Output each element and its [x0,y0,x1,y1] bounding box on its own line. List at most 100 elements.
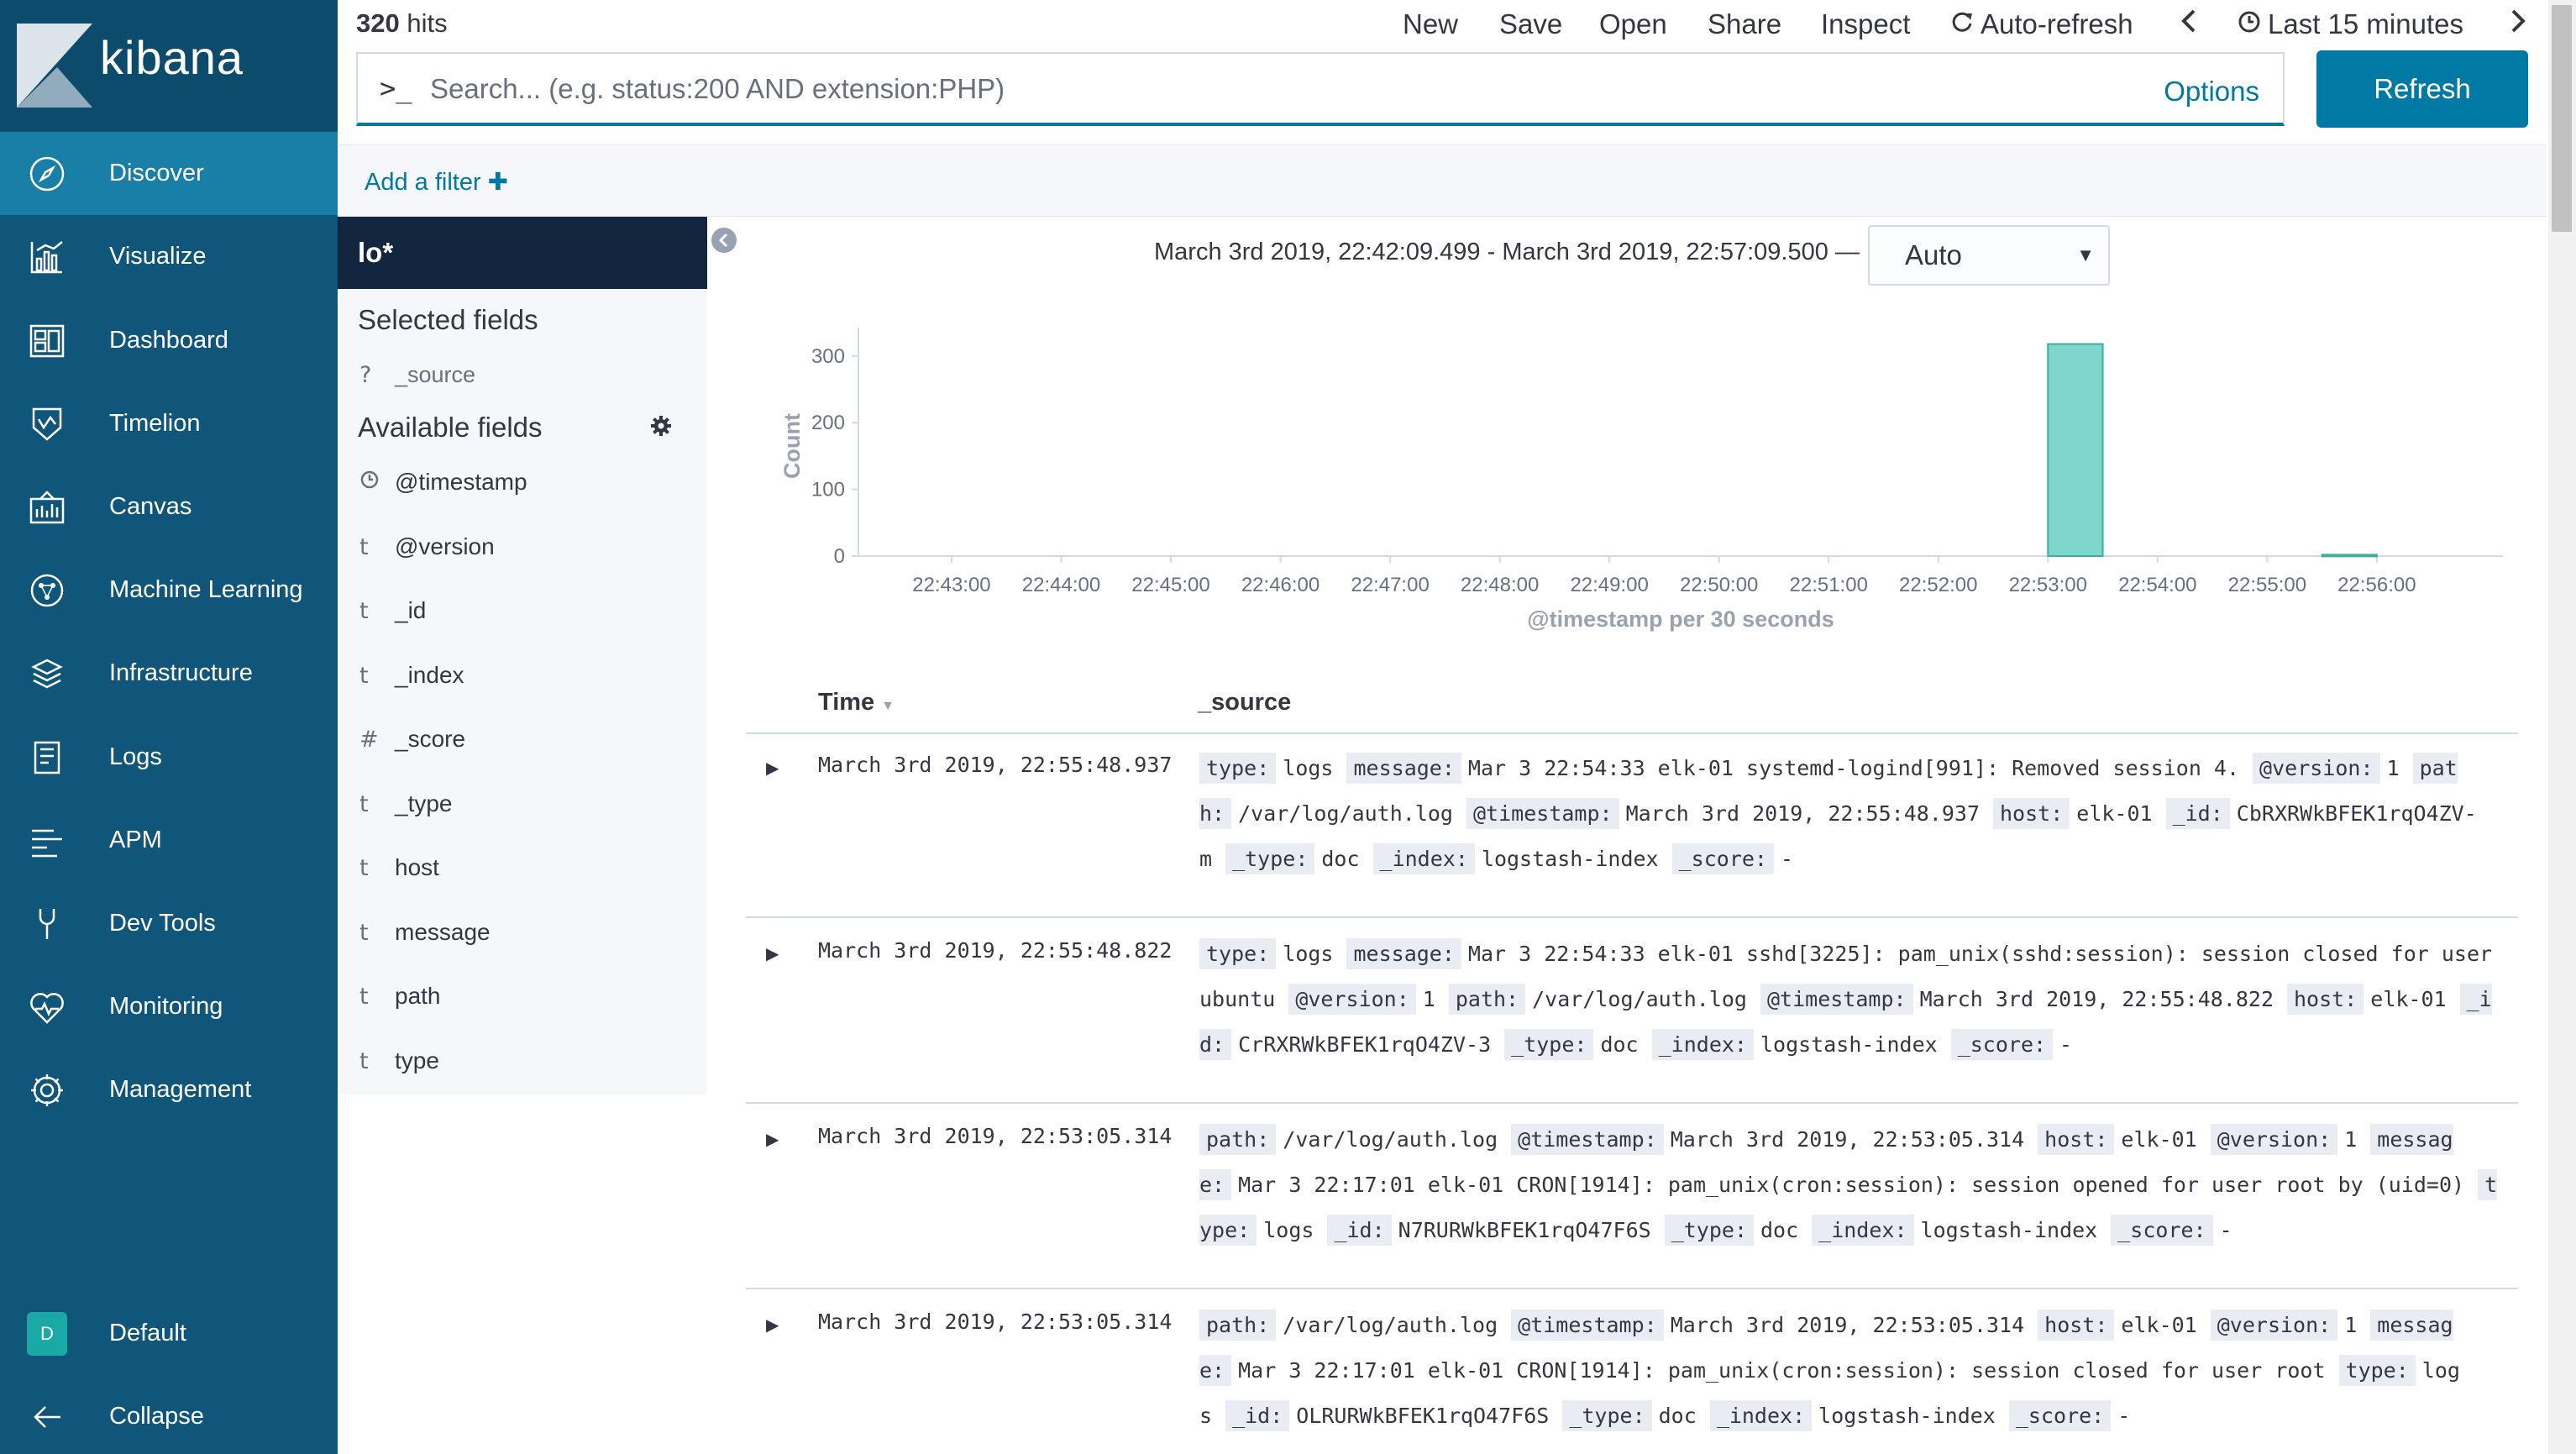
collapse-button[interactable]: Collapse [0,1375,338,1454]
field-index[interactable]: t _index [338,650,707,701]
nav-item-timelion[interactable]: Timelion [0,382,338,465]
nav-item-logs[interactable]: Logs [0,716,338,799]
field-key: _index: [1812,1215,1914,1246]
string-type-icon: t [359,1047,369,1074]
field-value: Mar 3 22:54:33 elk-01 systemd-logind[991… [1467,756,2240,780]
unknown-type-icon: ? [359,361,372,388]
field-key: _score: [1671,843,1774,874]
new-button[interactable]: New [1403,8,1458,40]
index-pattern-selector[interactable]: lo* [338,217,707,289]
field-message[interactable]: t message [338,907,707,958]
field-value: logstash-index [1760,1032,1938,1057]
histogram-chart[interactable]: 0 100 200 300 22:43:00 22:44:00 22:45:00 22:46:… [756,319,2520,638]
collapse-sidebar-icon[interactable] [711,227,737,258]
field-path[interactable]: t path [338,971,707,1021]
field-key: _id: [1225,1400,1290,1431]
nav-item-apm[interactable]: APM [0,799,338,882]
scrollbar-thumb[interactable] [2552,5,2572,232]
gear-icon[interactable] [650,415,672,441]
nav-item-visualize[interactable]: Visualize [0,215,338,298]
selected-field-source[interactable]: ? _source [338,349,707,400]
field-value: /var/log/auth.log [1283,1313,1498,1337]
nav-item-canvas[interactable]: Canvas [0,465,338,549]
expand-row-icon[interactable]: ▶ [766,1315,779,1336]
string-type-icon: t [359,983,369,1010]
string-type-icon: t [359,597,369,624]
nav-item-dashboard[interactable]: Dashboard [0,299,338,382]
expand-row-icon[interactable]: ▶ [766,943,779,964]
field-id[interactable]: t _id [338,585,707,636]
time-range-text: March 3rd 2019, 22:42:09.499 - March 3rd… [1154,239,1860,265]
field-key: @version: [2210,1310,2338,1341]
hits-label: hits [407,8,448,38]
available-fields-title: Available fields [358,412,543,443]
kibana-logo[interactable]: kibana [0,0,338,131]
add-filter-label: Add a filter [365,169,481,196]
nav-item-management[interactable]: Management [0,1048,338,1131]
infrastructure-icon [27,654,67,694]
field-version[interactable]: t @version [338,522,707,572]
number-type-icon: # [359,726,379,753]
expand-row-icon[interactable]: ▶ [766,758,779,779]
field-name: _source [395,361,476,387]
share-button[interactable]: Share [1708,8,1781,40]
time-forward-button[interactable] [2508,8,2528,40]
save-button[interactable]: Save [1499,8,1562,40]
inspect-button[interactable]: Inspect [1821,8,1910,40]
compass-icon [27,154,67,194]
time-back-button[interactable] [2179,8,2199,40]
side-nav: kibana Discover Visualize Dashboard Time… [0,0,338,1454]
field-name: message [395,919,491,945]
clock-icon [2238,8,2261,40]
field-type[interactable]: t type [338,1036,707,1086]
machine-learning-icon [27,570,67,611]
space-selector[interactable]: D Default [0,1292,338,1375]
options-button[interactable]: Options [2164,76,2259,108]
field-value: logstash-index [1920,1218,2098,1242]
field-key: @version: [2210,1124,2338,1155]
interval-value: Auto [1905,239,1962,270]
field-value: - [2117,1404,2131,1428]
column-header-time[interactable]: Time ▼ [818,689,895,717]
string-type-icon: t [359,790,369,817]
field-key: message: [1346,938,1461,969]
field-score[interactable]: # _score [338,714,707,764]
nav-item-monitoring[interactable]: Monitoring [0,965,338,1048]
add-filter-button[interactable]: Add a filter ✚ [365,167,508,197]
hits-count: 320 hits [356,8,448,39]
field-name: type [395,1047,439,1073]
field-value: OLRURWkBFEK1rqO47F6S [1296,1404,1550,1428]
filter-bar: Add a filter ✚ [338,144,2547,217]
time-range-label: Last 15 minutes [2268,8,2463,39]
nav-label: Canvas [109,493,192,520]
x-axis-title: @timestamp per 30 seconds [1527,606,1834,632]
field-type-underscore[interactable]: t _type [338,779,707,829]
field-key: @timestamp: [1511,1124,1664,1155]
visualize-icon [27,237,67,277]
field-host[interactable]: t host [338,842,707,893]
nav-item-dev-tools[interactable]: Dev Tools [0,882,338,965]
field-value: logstash-index [1481,847,1659,871]
nav-item-infrastructure[interactable]: Infrastructure [0,632,338,715]
time-picker-button[interactable]: Last 15 minutes [2238,8,2463,40]
refresh-button[interactable]: Refresh [2316,50,2528,128]
field-value: doc [1760,1218,1799,1242]
open-button[interactable]: Open [1599,8,1667,40]
field-value: doc [1658,1404,1697,1428]
collapse-label: Collapse [109,1403,204,1430]
field-timestamp[interactable]: @timestamp [338,457,707,507]
timelion-icon [27,404,67,444]
field-key: path: [1199,1124,1277,1155]
interval-select[interactable]: Auto ▼ [1868,225,2110,286]
field-value: 1 [2386,756,2400,780]
search-input[interactable] [430,69,2110,109]
expand-row-icon[interactable]: ▶ [766,1129,779,1150]
auto-refresh-button[interactable]: Auto-refresh [1950,8,2133,40]
nav-label: Visualize [109,243,207,270]
field-value: 1 [2344,1127,2358,1152]
nav-item-machine-learning[interactable]: Machine Learning [0,549,338,632]
kibana-logo-icon [17,24,92,108]
nav-item-discover[interactable]: Discover [0,132,338,215]
field-key: @version: [1288,984,1416,1015]
table-row: ▶ March 3rd 2019, 22:53:05.314 path:/var/l… [746,1291,2518,1454]
